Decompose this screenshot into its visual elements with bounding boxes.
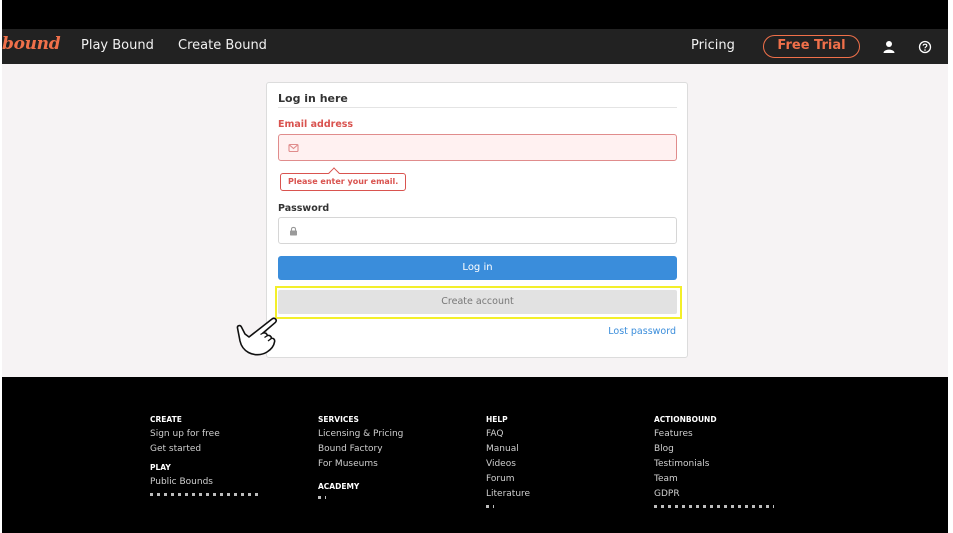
nav-pricing[interactable]: Pricing (691, 38, 735, 53)
footer-cut-row (654, 505, 774, 508)
login-title: Log in here (278, 92, 348, 105)
footer-heading-create: CREATE (150, 415, 182, 424)
pointing-hand-icon (236, 317, 277, 356)
footer-heading-help: HELP (486, 415, 508, 424)
footer-link-manual[interactable]: Manual (486, 442, 530, 457)
login-card: Log in here Email address Please enter y… (266, 82, 688, 358)
screen-frame: bound Play Bound Create Bound Pricing Fr… (2, 0, 948, 533)
footer-heading-services: SERVICES (318, 415, 359, 424)
footer-link-public-bounds[interactable]: Public Bounds (150, 475, 260, 490)
email-label: Email address (278, 119, 354, 130)
footer-cut-row (486, 505, 494, 508)
footer-link-forum[interactable]: Forum (486, 472, 530, 487)
free-trial-button[interactable]: Free Trial (763, 35, 860, 58)
email-input[interactable] (278, 134, 677, 161)
main-content: Log in here Email address Please enter y… (2, 64, 948, 377)
footer-link-literature[interactable]: Literature (486, 487, 530, 502)
footer-link-blog[interactable]: Blog (654, 442, 774, 457)
footer-link-museums[interactable]: For Museums (318, 457, 403, 472)
footer-link-licensing[interactable]: Licensing & Pricing (318, 427, 403, 442)
footer-link-videos[interactable]: Videos (486, 457, 530, 472)
title-divider (278, 107, 677, 108)
footer-col-help: HELP FAQ Manual Videos Forum Literature (486, 415, 530, 508)
footer-cut-row (318, 496, 326, 499)
navbar: bound Play Bound Create Bound Pricing Fr… (2, 29, 948, 64)
login-button[interactable]: Log in (278, 256, 677, 280)
footer-link-testimonials[interactable]: Testimonials (654, 457, 774, 472)
logo[interactable]: bound (2, 34, 61, 54)
footer-link-team[interactable]: Team (654, 472, 774, 487)
mail-icon (288, 143, 299, 153)
footer-cut-row (150, 493, 260, 496)
footer-col-actionbound: ACTIONBOUND Features Blog Testimonials T… (654, 415, 774, 508)
email-error-tooltip: Please enter your email. (280, 167, 407, 191)
footer: CREATE Sign up for free Get started PLAY… (2, 377, 948, 533)
create-account-button[interactable]: Create account (278, 290, 677, 314)
password-label: Password (278, 203, 330, 214)
footer-link-get-started[interactable]: Get started (150, 442, 260, 457)
password-input[interactable] (278, 217, 677, 244)
footer-heading-academy: ACADEMY (318, 482, 360, 491)
footer-heading-actionbound: ACTIONBOUND (654, 415, 717, 424)
lock-icon (290, 226, 297, 236)
footer-col-services: SERVICES Licensing & Pricing Bound Facto… (318, 415, 403, 499)
footer-link-gdpr[interactable]: GDPR (654, 487, 774, 502)
footer-link-sign-up[interactable]: Sign up for free (150, 427, 260, 442)
footer-link-faq[interactable]: FAQ (486, 427, 530, 442)
footer-link-features[interactable]: Features (654, 427, 774, 442)
nav-play-bound[interactable]: Play Bound (81, 38, 154, 53)
nav-create-bound[interactable]: Create Bound (178, 38, 267, 53)
help-icon[interactable] (917, 39, 933, 55)
email-error-text: Please enter your email. (288, 177, 399, 186)
footer-heading-play: PLAY (150, 463, 171, 472)
footer-col-create: CREATE Sign up for free Get started PLAY… (150, 415, 260, 496)
lost-password-link[interactable]: Lost password (608, 326, 676, 337)
top-black-bar (2, 0, 948, 29)
footer-link-bound-factory[interactable]: Bound Factory (318, 442, 403, 457)
user-icon[interactable] (881, 39, 897, 55)
